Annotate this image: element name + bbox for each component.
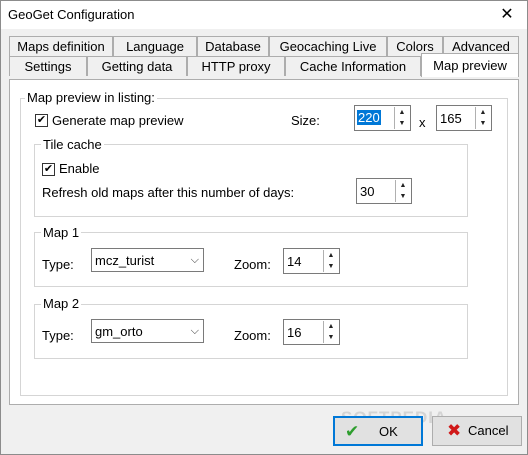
map-preview-page: Map preview in listing: ✔ Generate map p… (9, 79, 519, 405)
refresh-days-spinner[interactable]: 30 ▲ ▼ (356, 178, 412, 204)
map1-group-label: Map 1 (41, 225, 82, 240)
map2-zoom-spinner[interactable]: 16 ▲ ▼ (283, 319, 340, 345)
tab-maps-definition[interactable]: Maps definition (9, 36, 113, 56)
cancel-button-label: Cancel (468, 423, 509, 438)
cancel-button[interactable]: ✖ Cancel (432, 416, 522, 446)
tab-settings[interactable]: Settings (9, 56, 87, 76)
map2-zoom-value: 16 (287, 325, 302, 340)
spin-down-icon[interactable]: ▼ (324, 332, 338, 343)
size-x-label: x (419, 115, 426, 130)
spin-down-icon[interactable]: ▼ (324, 261, 338, 272)
tile-cache-group-label: Tile cache (41, 137, 104, 152)
spin-down-icon[interactable]: ▼ (476, 118, 490, 129)
tab-geocaching-live[interactable]: Geocaching Live (269, 36, 387, 56)
check-icon: ✔ (43, 163, 54, 175)
close-icon[interactable]: ✕ (487, 1, 527, 29)
tab-getting-data[interactable]: Getting data (87, 56, 187, 76)
generate-preview-checkbox[interactable]: ✔ (35, 114, 48, 127)
spin-down-icon[interactable]: ▼ (396, 191, 410, 202)
spin-down-icon[interactable]: ▼ (395, 118, 409, 129)
width-spinner[interactable]: 220 ▲ ▼ (354, 105, 411, 131)
map2-type-combo[interactable]: gm_orto ⌵ (91, 319, 204, 343)
map1-zoom-label: Zoom: (234, 257, 271, 272)
ok-button-label: OK (379, 424, 398, 439)
map2-group-label: Map 2 (41, 296, 82, 311)
title-bar: GeoGet Configuration ✕ (1, 1, 527, 29)
chevron-down-icon: ⌵ (190, 254, 199, 266)
map-preview-group-label: Map preview in listing: (25, 90, 157, 105)
chevron-down-icon: ⌵ (190, 325, 199, 337)
map1-zoom-spinner[interactable]: 14 ▲ ▼ (283, 248, 340, 274)
tab-map-preview[interactable]: Map preview (421, 53, 519, 77)
height-value: 165 (440, 111, 462, 126)
tab-cache-information[interactable]: Cache Information (285, 56, 421, 76)
spin-up-icon[interactable]: ▲ (324, 321, 338, 332)
check-icon: ✔ (36, 114, 47, 126)
configuration-window: GeoGet Configuration ✕ Maps definition L… (0, 0, 528, 455)
spin-up-icon[interactable]: ▲ (395, 107, 409, 118)
ok-button[interactable]: ✔ OK (333, 416, 423, 446)
map2-type-value: gm_orto (95, 324, 143, 339)
enable-cache-checkbox[interactable]: ✔ (42, 163, 55, 176)
spin-up-icon[interactable]: ▲ (396, 180, 410, 191)
map2-zoom-label: Zoom: (234, 328, 271, 343)
map1-type-label: Type: (42, 257, 74, 272)
cancel-icon: ✖ (447, 421, 462, 440)
check-icon: ✔ (345, 422, 360, 441)
map2-type-label: Type: (42, 328, 74, 343)
generate-preview-label: Generate map preview (52, 113, 184, 128)
height-spinner[interactable]: 165 ▲ ▼ (436, 105, 492, 131)
tab-http-proxy[interactable]: HTTP proxy (187, 56, 285, 76)
refresh-days-label: Refresh old maps after this number of da… (42, 185, 295, 200)
width-value: 220 (357, 110, 381, 125)
spin-up-icon[interactable]: ▲ (476, 107, 490, 118)
map1-type-value: mcz_turist (95, 253, 155, 268)
window-title: GeoGet Configuration (8, 7, 135, 22)
map1-zoom-value: 14 (287, 254, 302, 269)
tab-language[interactable]: Language (113, 36, 197, 56)
map1-type-combo[interactable]: mcz_turist ⌵ (91, 248, 204, 272)
spin-up-icon[interactable]: ▲ (324, 250, 338, 261)
tab-database[interactable]: Database (197, 36, 269, 56)
size-label: Size: (291, 113, 320, 128)
enable-cache-label: Enable (59, 161, 100, 176)
refresh-days-value: 30 (360, 184, 375, 199)
